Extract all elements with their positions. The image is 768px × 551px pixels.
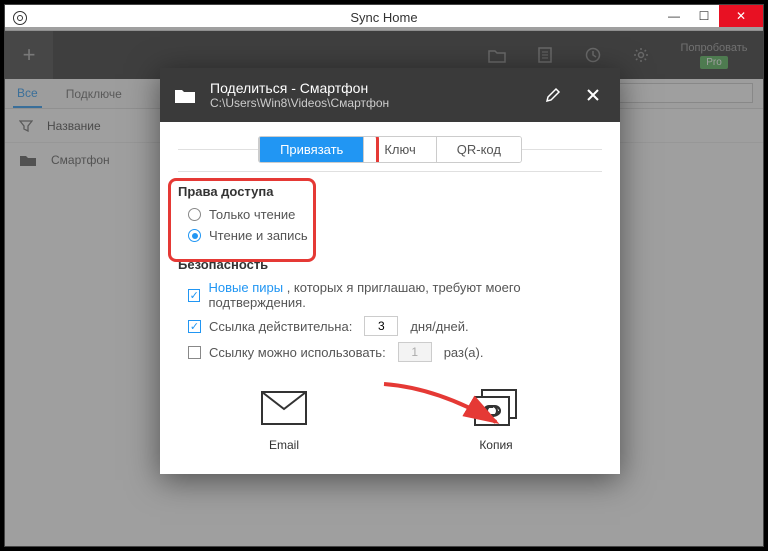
edit-icon[interactable] <box>540 82 566 108</box>
dialog-path: C:\Users\Win8\Videos\Смартфон <box>210 96 526 110</box>
share-copy-button[interactable]: Копия <box>472 388 520 452</box>
sync-icon <box>13 11 27 25</box>
maximize-button[interactable]: ☐ <box>689 5 719 27</box>
link-uses-unit: раз(а). <box>444 345 484 360</box>
share-email-label: Email <box>269 438 299 452</box>
radio-read-only-label: Только чтение <box>209 207 295 222</box>
link-valid-days-input[interactable] <box>364 316 398 336</box>
link-valid-days-unit: дня/дней. <box>410 319 468 334</box>
access-section: Права доступа Только чтение Чтение и зап… <box>178 184 602 243</box>
radio-read-only[interactable] <box>188 208 201 221</box>
copy-link-icon <box>472 388 520 428</box>
check-link-valid[interactable] <box>188 320 201 333</box>
check-link-uses-label: Ссылку можно использовать: <box>209 345 386 360</box>
subtab-key[interactable]: Ключ <box>363 137 435 162</box>
security-label: Безопасность <box>178 257 602 272</box>
share-dialog: Поделиться - Смартфон C:\Users\Win8\Vide… <box>160 68 620 474</box>
check-link-uses[interactable] <box>188 346 201 359</box>
share-copy-label: Копия <box>479 438 512 452</box>
subtab-link[interactable]: Привязать <box>259 137 363 162</box>
dialog-header: Поделиться - Смартфон C:\Users\Win8\Vide… <box>160 68 620 122</box>
close-button[interactable]: ✕ <box>719 5 763 27</box>
check-link-valid-label: Ссылка действительна: <box>209 319 352 334</box>
close-icon[interactable] <box>580 82 606 108</box>
share-email-button[interactable]: Email <box>260 388 308 452</box>
folder-icon <box>174 86 196 104</box>
check-new-peers[interactable] <box>188 289 200 302</box>
radio-read-write-label: Чтение и запись <box>209 228 308 243</box>
radio-read-write[interactable] <box>188 229 201 242</box>
link-uses-input <box>398 342 432 362</box>
email-icon <box>260 388 308 428</box>
subtab-qr[interactable]: QR-код <box>436 137 521 162</box>
access-label: Права доступа <box>178 184 602 199</box>
minimize-button[interactable]: — <box>659 5 689 27</box>
window-controls: — ☐ ✕ <box>659 5 763 27</box>
subtabs: Привязать Ключ QR-код <box>178 136 602 172</box>
dialog-title: Поделиться - Смартфон <box>210 80 526 96</box>
check-new-peers-label: Новые пиры , которых я приглашаю, требую… <box>208 280 602 310</box>
window-title: Sync Home <box>5 10 763 25</box>
